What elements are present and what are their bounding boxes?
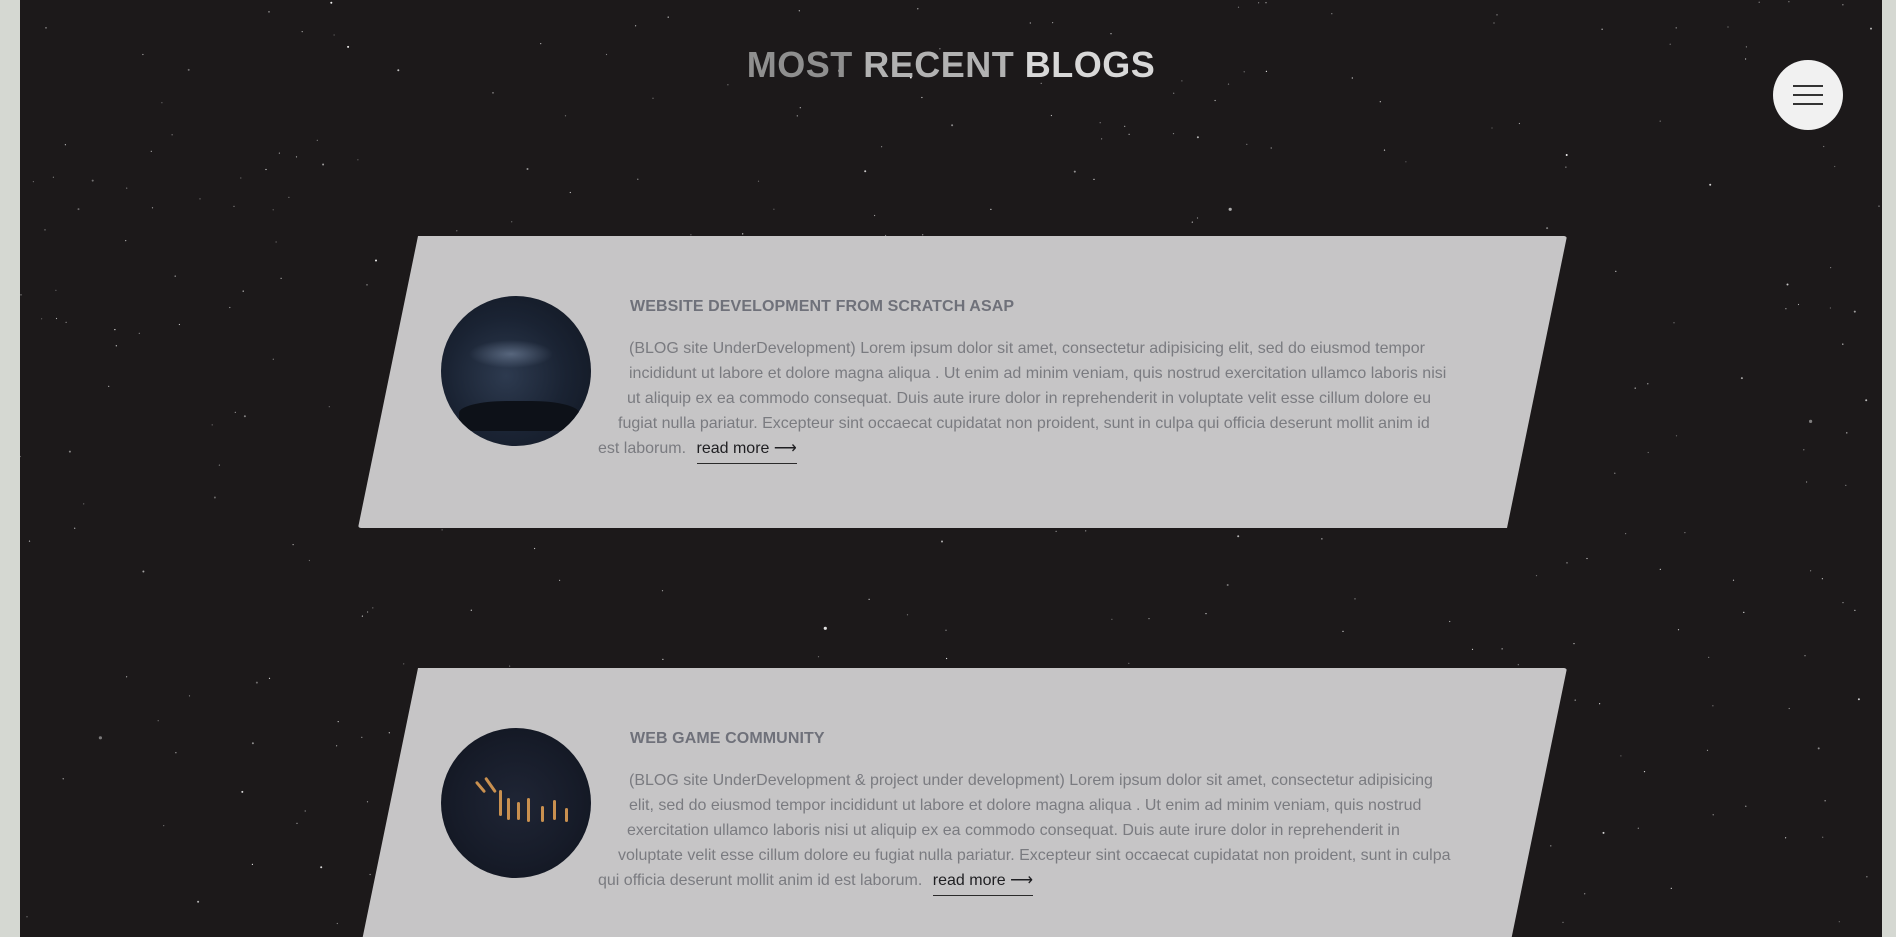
blog-excerpt-line: ut aliquip ex ea commodo consequat. Duis… <box>627 390 1432 407</box>
blog-title: WEBSITE DEVELOPMENT FROM SCRATCH ASAP <box>630 298 1015 315</box>
night-sky-mountain-image <box>441 296 591 446</box>
read-more-link[interactable]: read more ⟶ <box>696 436 797 464</box>
blog-excerpt-line: incididunt ut labore et dolore magna ali… <box>629 365 1447 382</box>
blog-excerpt: (BLOG site UnderDevelopment & project un… <box>598 768 1490 896</box>
city-lights-night-image <box>441 728 591 878</box>
blog-excerpt-line: (BLOG site UnderDevelopment & project un… <box>629 772 1433 789</box>
blog-title: WEB GAME COMMUNITY <box>630 730 825 747</box>
blog-card: WEB GAME COMMUNITY (BLOG site UnderDevel… <box>358 668 1567 937</box>
hamburger-menu-icon <box>1793 85 1823 105</box>
page-title-word-1: MOST <box>746 44 853 85</box>
blog-excerpt-line: fugiat nulla pariatur. Excepteur sint oc… <box>618 415 1430 432</box>
blog-page: MOST RECENT BLOGS WEBSITE DEVELOPMENT FR… <box>20 0 1882 937</box>
blog-excerpt: (BLOG site UnderDevelopment) Lorem ipsum… <box>598 336 1490 464</box>
read-more-link[interactable]: read more ⟶ <box>932 868 1034 896</box>
blog-excerpt-line: est laborum. <box>598 440 687 457</box>
blog-excerpt-line: (BLOG site UnderDevelopment) Lorem ipsum… <box>629 340 1425 357</box>
page-title: MOST RECENT BLOGS <box>20 44 1882 86</box>
blog-excerpt-line: elit, sed do eiusmod tempor incididunt u… <box>629 797 1422 814</box>
page-title-word-3: BLOGS <box>1024 44 1156 85</box>
menu-button[interactable] <box>1773 60 1843 130</box>
blog-card: WEBSITE DEVELOPMENT FROM SCRATCH ASAP (B… <box>358 236 1567 528</box>
blog-excerpt-line: qui officia deserunt mollit anim id est … <box>598 872 923 889</box>
blog-excerpt-line: voluptate velit esse cillum dolore eu fu… <box>618 847 1451 864</box>
page-title-word-2: RECENT <box>863 44 1015 85</box>
blog-excerpt-line: exercitation ullamco laboris nisi ut ali… <box>627 822 1400 839</box>
